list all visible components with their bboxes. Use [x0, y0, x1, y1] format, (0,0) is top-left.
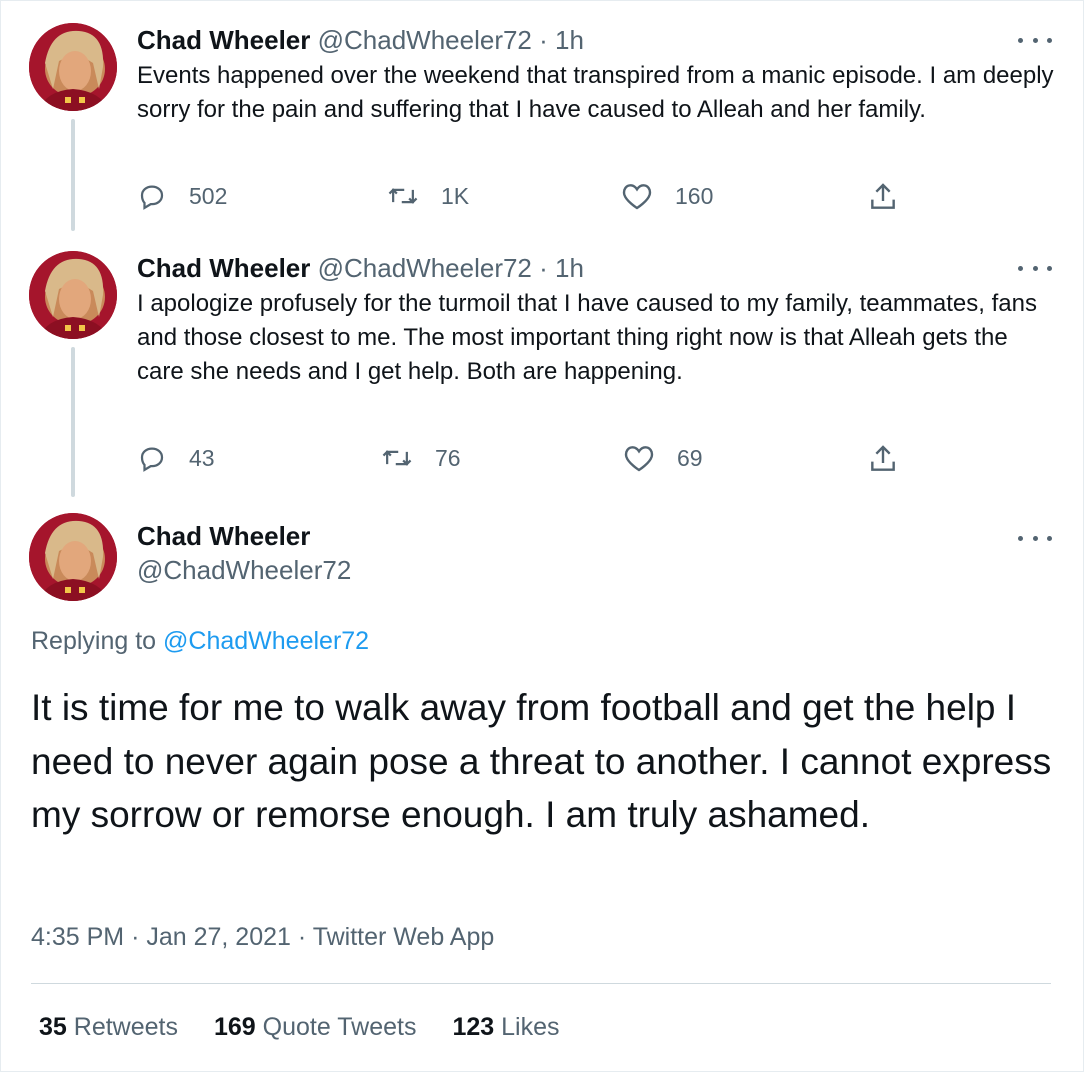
reply-icon — [140, 185, 164, 210]
like-count: 160 — [675, 182, 714, 209]
share-icon — [871, 183, 895, 209]
share-button[interactable] — [867, 181, 921, 213]
quote-tweets-stat-link[interactable]: 169 Quote Tweets — [214, 1013, 416, 1042]
tweet-text: It is time for me to walk away from foot… — [31, 687, 1052, 835]
quote-tweets-count: 169 — [213, 1013, 256, 1041]
replying-prefix: Replying to — [31, 627, 157, 655]
avatar[interactable] — [29, 251, 117, 339]
likes-label: Likes — [501, 1013, 560, 1041]
author-handle[interactable]: @ChadWheeler72 — [318, 25, 532, 55]
thread-line — [71, 119, 75, 231]
tweet-detail-view: Chad Wheeler @ChadWheeler72 · 1h Events … — [0, 0, 1084, 1072]
separator-dot: · — [539, 253, 548, 283]
separator-dot: · — [297, 923, 307, 951]
reply-button[interactable]: 502 — [137, 181, 227, 211]
author-name[interactable]: Chad Wheeler — [137, 253, 310, 283]
tweet-meta: 4:35 PM · Jan 27, 2021 · Twitter Web App — [31, 923, 494, 952]
like-count: 69 — [677, 444, 703, 471]
reply-button[interactable]: 43 — [137, 443, 215, 473]
tweet-time[interactable]: 4:35 PM — [31, 923, 124, 951]
retweet-count: 76 — [435, 444, 461, 471]
replying-mention-link[interactable]: @ChadWheeler72 — [163, 627, 369, 655]
author-handle[interactable]: @ChadWheeler72 — [137, 555, 351, 586]
retweet-button[interactable]: 1K — [387, 181, 469, 211]
author-name[interactable]: Chad Wheeler — [137, 521, 310, 552]
retweet-button[interactable]: 76 — [381, 443, 461, 473]
thread-line — [71, 347, 75, 497]
avatar[interactable] — [29, 513, 117, 601]
author-name[interactable]: Chad Wheeler — [137, 25, 310, 55]
heart-icon — [622, 184, 652, 210]
avatar[interactable] — [29, 23, 117, 111]
tweet-source[interactable]: Twitter Web App — [313, 923, 495, 951]
retweet-icon — [388, 188, 418, 204]
retweets-label: Retweets — [73, 1013, 178, 1041]
retweet-count: 1K — [441, 182, 470, 209]
divider — [31, 983, 1051, 984]
tweet-date[interactable]: Jan 27, 2021 — [146, 923, 291, 951]
likes-count: 123 — [452, 1013, 495, 1041]
reply-count: 502 — [189, 182, 228, 209]
separator-dot: · — [539, 25, 548, 55]
heart-icon — [624, 446, 654, 472]
more-options-icon[interactable] — [1018, 34, 1052, 46]
reply-count: 43 — [189, 444, 215, 471]
engagement-stats: 35 Retweets 169 Quote Tweets 123 Likes — [39, 1013, 596, 1042]
author-handle[interactable]: @ChadWheeler72 — [318, 253, 532, 283]
tweet-text: I apologize profusely for the turmoil th… — [137, 290, 1037, 385]
reply-icon — [140, 447, 164, 472]
more-options-icon[interactable] — [1018, 262, 1052, 274]
more-options-icon[interactable] — [1018, 532, 1052, 544]
retweet-icon — [382, 450, 412, 466]
tweet-text: Events happened over the weekend that tr… — [137, 62, 1054, 123]
like-button[interactable]: 69 — [623, 443, 703, 473]
tweet-time[interactable]: 1h — [555, 25, 584, 55]
tweet-time[interactable]: 1h — [555, 253, 584, 283]
likes-stat-link[interactable]: 123 Likes — [452, 1013, 559, 1042]
share-button[interactable] — [867, 443, 921, 475]
retweets-stat-link[interactable]: 35 Retweets — [39, 1013, 178, 1042]
share-icon — [871, 445, 895, 471]
separator-dot: · — [131, 923, 140, 951]
quote-tweets-label: Quote Tweets — [262, 1013, 417, 1041]
replying-to: Replying to @ChadWheeler72 — [31, 627, 369, 656]
retweets-count: 35 — [39, 1013, 67, 1041]
like-button[interactable]: 160 — [621, 181, 713, 211]
